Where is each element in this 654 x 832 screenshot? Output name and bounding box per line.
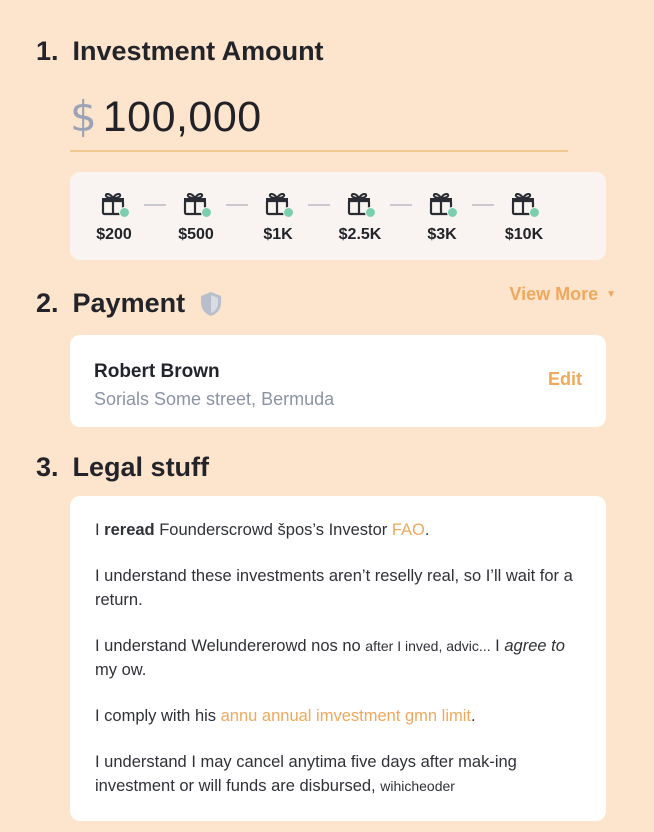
investment-limit-link[interactable]: annu annual imvestment gmn limit	[221, 707, 471, 725]
legal-item-faq: I reread Founderscrowd špos’s Investor F…	[95, 518, 580, 542]
badge-dot	[529, 207, 540, 218]
preset-connector	[226, 204, 248, 206]
preset-label: $3K	[427, 226, 457, 243]
legal-text: .	[424, 521, 430, 539]
legal-text: I understand Welundererowd nos no	[95, 637, 366, 655]
legal-text: I	[490, 637, 505, 655]
gift-icon	[264, 190, 294, 220]
badge-dot	[447, 207, 458, 218]
payer-address: Sorials Some street, Bermuda	[94, 389, 335, 409]
legal-item-advice: I understand Welundererowd nos no after …	[95, 634, 580, 682]
preset-amount-button[interactable]: $500	[172, 190, 220, 244]
gift-icon	[100, 190, 130, 220]
currency-symbol: $	[70, 92, 97, 141]
preset-connector	[144, 204, 166, 206]
payer-name: Robert Brown	[94, 361, 220, 382]
legal-text: I comply with his	[95, 707, 221, 725]
checkout-page: 1. Investment Amount $ 100,000 $200 $500 $…	[0, 0, 654, 832]
shield-icon	[199, 291, 223, 317]
section-number: 2.	[36, 288, 59, 318]
legal-text-small: after I inved, advic...	[365, 638, 491, 654]
preset-amounts: $200 $500 $1K $2.5K $3K $10K	[70, 172, 606, 260]
preset-amount-button[interactable]: $200	[90, 190, 138, 244]
legal-text-bold: reread	[104, 521, 155, 539]
preset-connector	[308, 204, 330, 206]
legal-text-italic: agree to	[504, 637, 565, 655]
badge-dot	[201, 207, 212, 218]
preset-amount-button[interactable]: $3K	[418, 190, 466, 244]
badge-dot	[365, 207, 376, 218]
view-more-button[interactable]: View More ▼	[509, 284, 616, 305]
preset-connector	[472, 204, 494, 206]
legal-card: I reread Founderscrowd špos’s Investor F…	[70, 496, 606, 821]
legal-text: Founderscrowd špos’s Investor	[154, 521, 392, 539]
payment-card: Robert Brown Sorials Some street, Bermud…	[70, 335, 606, 427]
preset-connector	[390, 204, 412, 206]
section-number: 1.	[36, 36, 59, 66]
payment-section-title: 2. Payment	[36, 288, 223, 319]
badge-dot	[283, 207, 294, 218]
section-title-text: Investment Amount	[72, 36, 324, 66]
amount-input[interactable]: $ 100,000	[70, 92, 568, 152]
preset-amount-button[interactable]: $10K	[500, 190, 548, 244]
investment-section-title: 1. Investment Amount	[36, 36, 324, 67]
preset-label: $1K	[263, 226, 293, 243]
legal-item-limit: I comply with his annu annual imvestment…	[95, 704, 580, 728]
preset-label: $2.5K	[338, 226, 382, 243]
gift-icon	[182, 190, 212, 220]
legal-text-small: wihicheoder	[380, 778, 455, 794]
legal-text: my ow.	[95, 661, 147, 679]
legal-text: .	[471, 707, 476, 725]
section-number: 3.	[36, 452, 59, 482]
gift-icon	[510, 190, 540, 220]
legal-section-title: 3. Legal stuff	[36, 452, 209, 483]
legal-item-risk: I understand these investments aren’t re…	[95, 564, 580, 612]
faq-link[interactable]: FAO	[392, 521, 425, 539]
preset-label: $200	[96, 226, 132, 243]
legal-item-cancel: I understand I may cancel anytima five d…	[95, 750, 580, 798]
gift-icon	[428, 190, 458, 220]
section-title-text: Payment	[72, 288, 186, 318]
gift-icon	[346, 190, 376, 220]
chevron-down-icon: ▼	[606, 289, 616, 300]
amount-value[interactable]: 100,000	[103, 93, 262, 142]
preset-label: $500	[178, 226, 214, 243]
section-title-text: Legal stuff	[72, 452, 210, 482]
view-more-label: View More	[509, 284, 599, 304]
legal-text: I	[95, 521, 105, 539]
edit-payment-button[interactable]: Edit	[548, 369, 582, 390]
preset-amount-button[interactable]: $1K	[254, 190, 302, 244]
preset-amount-button[interactable]: $2.5K	[336, 190, 384, 244]
legal-text: I understand these investments aren’t re…	[95, 567, 573, 609]
preset-label: $10K	[504, 226, 544, 243]
badge-dot	[119, 207, 130, 218]
